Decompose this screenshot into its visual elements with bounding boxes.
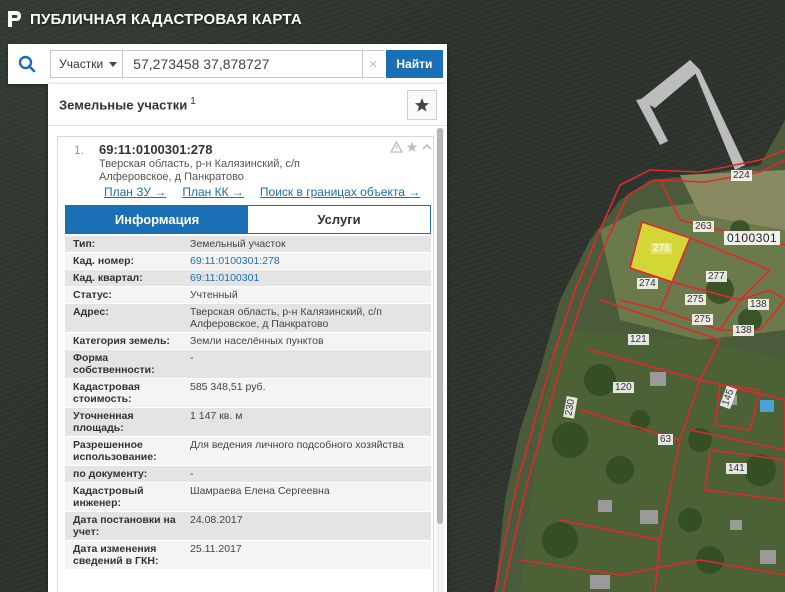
info-row: Кадастровый инженер: Шамраева Елена Серге… bbox=[65, 483, 431, 512]
parcel-label: 138 bbox=[733, 325, 754, 336]
info-row: Кад. квартал: 69:11:0100301 bbox=[65, 270, 431, 287]
result-links: План ЗУ → План КК → Поиск в границах объ… bbox=[104, 185, 420, 199]
info-label: Кадастровый инженер: bbox=[73, 485, 144, 509]
info-label: Тип: bbox=[73, 238, 96, 250]
warning-icon[interactable] bbox=[390, 141, 403, 153]
info-value: 24.08.2017 bbox=[190, 514, 243, 526]
result-cadastral-number: 69:11:0100301:278 bbox=[99, 142, 213, 157]
info-row: Форма собственности: - bbox=[65, 350, 431, 379]
result-tabs: Информация Услуги bbox=[65, 205, 431, 234]
search-bar: Участки × Найти bbox=[8, 44, 447, 84]
info-value: - bbox=[190, 352, 194, 364]
info-row: Адрес: Тверская область, р-н Калязинский,… bbox=[65, 304, 431, 333]
parcel-label: 120 bbox=[613, 382, 634, 393]
result-actions bbox=[390, 141, 433, 153]
info-value: - bbox=[190, 468, 194, 480]
info-label: Кад. номер: bbox=[73, 255, 135, 267]
search-toggle-button[interactable] bbox=[8, 44, 46, 84]
info-row: Категория земель: Земли населённых пункто… bbox=[65, 333, 431, 350]
info-label: Статус: bbox=[73, 289, 112, 301]
panel-title: Земельные участки 1 bbox=[59, 96, 196, 113]
info-value: Учтенный bbox=[190, 289, 238, 301]
favorites-button[interactable] bbox=[407, 90, 437, 120]
plan-kk-link[interactable]: План КК → bbox=[182, 185, 244, 199]
parcel-label: 275 bbox=[685, 294, 706, 305]
result-number: 1. bbox=[74, 143, 85, 157]
info-label: Дата постановки на учет: bbox=[73, 514, 176, 538]
results-list: 1. 69:11:0100301:278 Тверская область, р… bbox=[57, 136, 434, 592]
star-icon[interactable] bbox=[406, 141, 418, 153]
search-type-select[interactable]: Участки bbox=[50, 50, 124, 78]
parcel-label: 277 bbox=[706, 271, 727, 282]
info-value: Тверская область, р-н Калязинский, с/п А… bbox=[190, 306, 382, 330]
info-label: Дата изменения сведений в ГКН: bbox=[73, 543, 159, 567]
app-title: ПУБЛИЧНАЯ КАДАСТРОВАЯ КАРТА bbox=[30, 10, 302, 28]
info-row: Дата изменения сведений в ГКН: 25.11.2017 bbox=[65, 541, 431, 570]
info-label: Кадастровая стоимость: bbox=[73, 381, 140, 405]
info-table: Тип: Земельный участок Кад. номер: 69:11:01… bbox=[65, 236, 431, 570]
search-icon bbox=[18, 55, 36, 73]
info-value: Земельный участок bbox=[190, 238, 286, 250]
parcel-label: 263 bbox=[693, 221, 714, 232]
panel-header: Земельные участки 1 bbox=[48, 84, 447, 126]
scrollbar-thumb[interactable] bbox=[437, 128, 443, 524]
info-value: Для ведения личного подсобного хозяйства bbox=[190, 439, 404, 451]
star-icon bbox=[415, 98, 429, 112]
info-row: Тип: Земельный участок bbox=[65, 236, 431, 253]
parcel-label: 141 bbox=[726, 463, 747, 474]
parcel-label: 274 bbox=[637, 278, 658, 289]
info-row: Разрешенное использование: Для ведения ли… bbox=[65, 437, 431, 466]
info-label: по документу: bbox=[73, 468, 148, 480]
info-label: Форма собственности: bbox=[73, 352, 155, 376]
info-value: 585 348,51 руб. bbox=[190, 381, 266, 393]
parcel-label: 63 bbox=[658, 434, 674, 445]
search-input[interactable] bbox=[123, 50, 363, 78]
info-value-link[interactable]: 69:11:0100301:278 bbox=[186, 253, 431, 269]
results-count: 1 bbox=[190, 96, 196, 108]
search-bounds-link[interactable]: Поиск в границах объекта → bbox=[260, 185, 420, 199]
tab-services[interactable]: Услуги bbox=[248, 206, 430, 233]
info-row: Уточненная площадь: 1 147 кв. м bbox=[65, 408, 431, 437]
tab-info[interactable]: Информация bbox=[66, 206, 248, 233]
quarter-label: 0100301 bbox=[724, 231, 781, 245]
chevron-down-icon bbox=[109, 61, 118, 67]
plan-zu-link[interactable]: План ЗУ → bbox=[104, 185, 166, 199]
parcel-label-selected: 278 bbox=[651, 243, 672, 254]
clear-search-button[interactable]: × bbox=[362, 50, 384, 78]
app-header: ПУБЛИЧНАЯ КАДАСТРОВАЯ КАРТА bbox=[6, 8, 302, 30]
rosreestr-logo-icon bbox=[8, 11, 21, 27]
find-button[interactable]: Найти bbox=[385, 50, 443, 78]
info-value-link[interactable]: 69:11:0100301 bbox=[186, 270, 431, 286]
info-value: Шамраева Елена Сергеевна bbox=[190, 485, 330, 497]
info-label: Категория земель: bbox=[73, 335, 170, 347]
chevron-up-icon[interactable] bbox=[421, 141, 433, 153]
info-label: Разрешенное использование: bbox=[73, 439, 157, 463]
result-address: Тверская область, р-н Калязинский, с/п А… bbox=[99, 158, 301, 183]
info-value: Земли населённых пунктов bbox=[190, 335, 324, 347]
info-label: Адрес: bbox=[73, 306, 109, 318]
parcel-label: 275 bbox=[692, 314, 713, 325]
result-item[interactable]: 1. 69:11:0100301:278 Тверская область, р… bbox=[58, 137, 433, 203]
results-panel: Земельные участки 1 1. 69:11:0100301:278 … bbox=[48, 84, 447, 592]
info-row: Кад. номер: 69:11:0100301:278 bbox=[65, 253, 431, 270]
parcel-label: 138 bbox=[748, 299, 769, 310]
info-row: Статус: Учтенный bbox=[65, 287, 431, 304]
info-value: 25.11.2017 bbox=[190, 543, 242, 555]
results-scrollbar[interactable] bbox=[436, 128, 444, 592]
info-label: Уточненная площадь: bbox=[73, 410, 134, 434]
search-type-label: Участки bbox=[59, 57, 104, 71]
parcel-label: 224 bbox=[731, 170, 752, 181]
info-label: Кад. квартал: bbox=[73, 272, 143, 284]
info-row: Дата постановки на учет: 24.08.2017 bbox=[65, 512, 431, 541]
parcel-label: 121 bbox=[628, 334, 649, 345]
info-value: 1 147 кв. м bbox=[190, 410, 243, 422]
info-row: по документу: - bbox=[65, 466, 431, 483]
info-row: Кадастровая стоимость: 585 348,51 руб. bbox=[65, 379, 431, 408]
